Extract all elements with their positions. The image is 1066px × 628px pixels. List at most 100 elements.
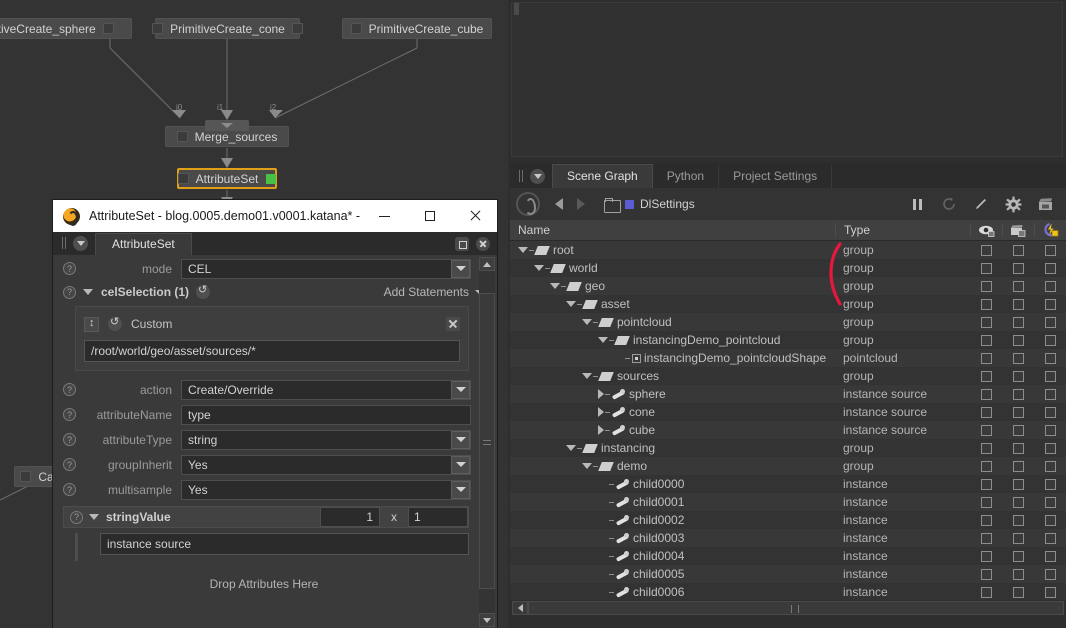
row-checkbox-visibility[interactable]: [970, 262, 1002, 274]
chevron-down-icon[interactable]: [451, 430, 470, 449]
column-header-lightning-icon[interactable]: [1034, 223, 1066, 237]
panel-drag-handle-icon[interactable]: [516, 168, 528, 184]
drop-attributes-zone[interactable]: Drop Attributes Here: [53, 561, 475, 591]
row-checkbox-visibility[interactable]: [970, 388, 1002, 400]
table-row[interactable]: cone instance source: [510, 403, 1066, 421]
checkbox[interactable]: [980, 460, 992, 472]
row-checkbox-render[interactable]: [1002, 478, 1034, 490]
table-row[interactable]: asset group: [510, 295, 1066, 313]
twisty-open-icon[interactable]: [518, 247, 528, 253]
row-checkbox-visibility[interactable]: [970, 298, 1002, 310]
pencil-icon[interactable]: [973, 196, 990, 213]
celselection-group-header[interactable]: ? celSelection (1) Add Statements: [53, 280, 497, 304]
gear-icon[interactable]: [1005, 196, 1022, 213]
table-row[interactable]: sphere instance source: [510, 385, 1066, 403]
node-primitivecreate-cube[interactable]: PrimitiveCreate_cube: [342, 18, 492, 39]
tab-attributeset[interactable]: AttributeSet: [95, 233, 192, 255]
twisty-open-icon[interactable]: [550, 283, 560, 289]
checkbox[interactable]: [1012, 406, 1024, 418]
help-icon[interactable]: ?: [63, 483, 76, 496]
checkbox[interactable]: [980, 244, 992, 256]
row-checkbox-render[interactable]: [1002, 262, 1034, 274]
row-checkbox-lighting[interactable]: [1034, 442, 1066, 454]
node-primitivecreate-sphere[interactable]: PrimitiveCreate_sphere: [0, 18, 132, 39]
row-checkbox-lighting[interactable]: [1034, 460, 1066, 472]
checkbox[interactable]: [1044, 334, 1056, 346]
checkbox[interactable]: [1012, 280, 1024, 292]
attributename-input[interactable]: type: [181, 404, 471, 425]
row-checkbox-render[interactable]: [1002, 442, 1034, 454]
node-attributeset[interactable]: AttributeSet: [177, 168, 277, 189]
groupinherit-dropdown[interactable]: Yes: [181, 454, 471, 475]
checkbox[interactable]: [1012, 334, 1024, 346]
checkbox[interactable]: [1044, 496, 1056, 508]
table-row[interactable]: child0005 instance: [510, 565, 1066, 583]
help-icon[interactable]: ?: [63, 433, 76, 446]
row-checkbox-lighting[interactable]: [1034, 334, 1066, 346]
scroll-down-button[interactable]: [479, 613, 495, 627]
stringvalue-input[interactable]: instance source: [100, 533, 469, 555]
chevron-down-icon[interactable]: [451, 380, 470, 399]
checkbox[interactable]: [1044, 478, 1056, 490]
row-checkbox-render[interactable]: [1002, 406, 1034, 418]
checkbox[interactable]: [1012, 460, 1024, 472]
twisty-open-icon[interactable]: [582, 373, 592, 379]
row-checkbox-render[interactable]: [1002, 424, 1034, 436]
window-titlebar[interactable]: AttributeSet - blog.0005.demo01.v0001.ka…: [53, 200, 497, 232]
checkbox[interactable]: [980, 262, 992, 274]
row-checkbox-visibility[interactable]: [970, 370, 1002, 382]
node-merge-sources[interactable]: Merge_sources: [165, 120, 289, 147]
checkbox[interactable]: [1044, 550, 1056, 562]
remove-statement-icon[interactable]: [446, 317, 460, 331]
viewer-panel[interactable]: [511, 2, 1063, 157]
twisty-open-icon[interactable]: [582, 319, 592, 325]
help-icon[interactable]: ?: [63, 383, 76, 396]
table-row[interactable]: instancingDemo_pointcloud group: [510, 331, 1066, 349]
help-icon[interactable]: ?: [63, 285, 76, 299]
row-checkbox-lighting[interactable]: [1034, 262, 1066, 274]
checkbox[interactable]: [1012, 550, 1024, 562]
row-checkbox-lighting[interactable]: [1034, 370, 1066, 382]
close-panel-icon[interactable]: [476, 237, 490, 251]
checkbox[interactable]: [980, 298, 992, 310]
row-checkbox-visibility[interactable]: [970, 316, 1002, 328]
checkbox[interactable]: [1044, 244, 1056, 256]
node-primitivecreate-cone[interactable]: PrimitiveCreate_cone: [152, 18, 303, 39]
row-checkbox-lighting[interactable]: [1034, 496, 1066, 508]
table-row[interactable]: child0002 instance: [510, 511, 1066, 529]
row-checkbox-lighting[interactable]: [1034, 406, 1066, 418]
table-row[interactable]: child0000 instance: [510, 475, 1066, 493]
mode-dropdown[interactable]: CEL: [181, 258, 471, 279]
checkbox[interactable]: [1044, 280, 1056, 292]
checkbox[interactable]: [1044, 262, 1056, 274]
row-checkbox-lighting[interactable]: [1034, 550, 1066, 562]
parameter-vscrollbar[interactable]: [479, 257, 495, 627]
panel-menu-icon[interactable]: [73, 236, 88, 251]
merge-collapse-icon[interactable]: [205, 120, 249, 131]
checkbox[interactable]: [980, 316, 992, 328]
checkbox[interactable]: [1044, 568, 1056, 580]
row-checkbox-render[interactable]: [1002, 334, 1034, 346]
table-row[interactable]: cube instance source: [510, 421, 1066, 439]
node-port-icon[interactable]: [152, 23, 164, 34]
twisty-closed-icon[interactable]: [598, 389, 604, 399]
stringvalue-cols-input[interactable]: 1: [408, 507, 468, 527]
row-checkbox-visibility[interactable]: [970, 442, 1002, 454]
twisty-open-icon[interactable]: [566, 445, 576, 451]
scroll-thumb[interactable]: [479, 293, 495, 589]
table-row[interactable]: child0001 instance: [510, 493, 1066, 511]
attributeset-window[interactable]: AttributeSet - blog.0005.demo01.v0001.ka…: [52, 199, 498, 628]
maximize-button[interactable]: [407, 200, 452, 232]
node-port-icon[interactable]: [20, 471, 32, 482]
row-checkbox-lighting[interactable]: [1034, 424, 1066, 436]
node-port-icon[interactable]: [291, 23, 303, 34]
checkbox[interactable]: [1044, 532, 1056, 544]
viewer-handle[interactable]: [514, 3, 519, 15]
checkbox[interactable]: [1012, 442, 1024, 454]
checkbox[interactable]: [1044, 586, 1056, 598]
row-checkbox-render[interactable]: [1002, 460, 1034, 472]
pause-icon[interactable]: [909, 196, 926, 213]
row-checkbox-visibility[interactable]: [970, 244, 1002, 256]
panel-menu-icon[interactable]: [530, 169, 545, 184]
attributetype-dropdown[interactable]: string: [181, 429, 471, 450]
